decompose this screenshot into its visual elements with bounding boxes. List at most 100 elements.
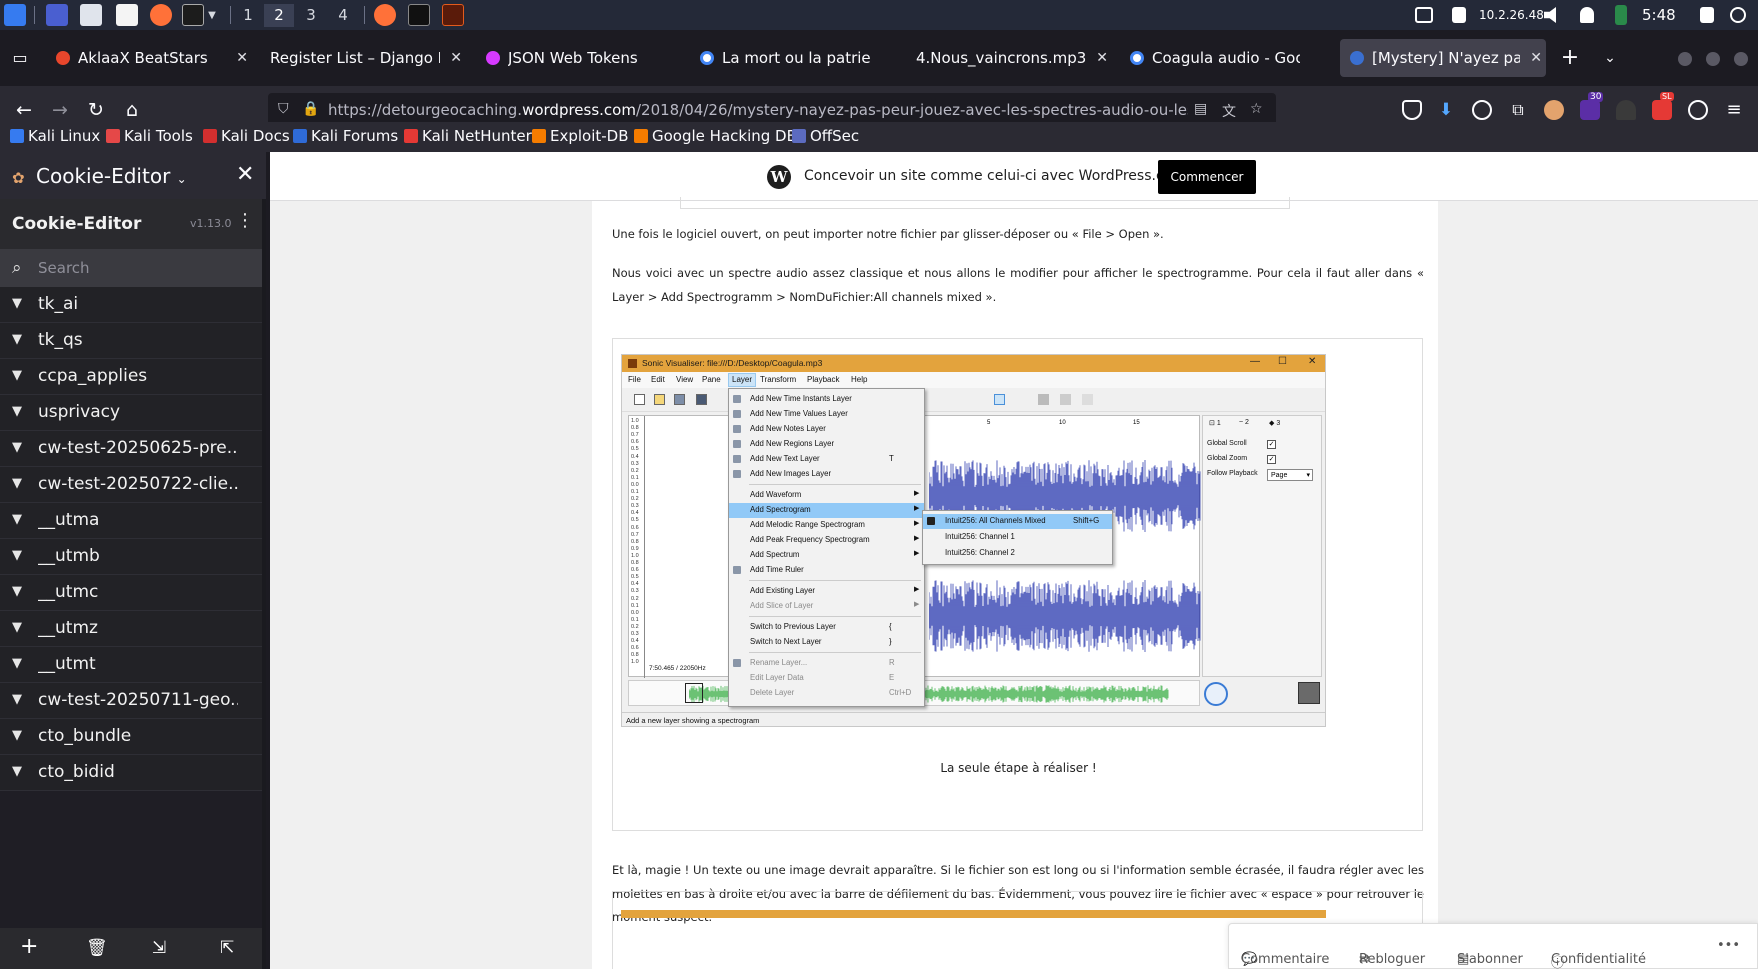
bookmark-ghdb[interactable]: Google Hacking DB [634,127,797,145]
tab-mp3[interactable]: 4.Nous_vaincrons.mp3 ✕ [916,39,1112,77]
tab-aklaax[interactable]: AklaaX BeatStars ✕ [56,39,252,77]
chevron-down-icon[interactable]: ▼ [12,440,22,455]
chevron-down-icon[interactable]: ▼ [12,764,22,779]
url-text[interactable]: https://detourgeocaching.wordpress.com/2… [328,101,1188,121]
hacker-ext-icon[interactable]: 30 [1580,92,1604,120]
bookmark-kali-docs[interactable]: Kali Docs [203,127,290,145]
more-actions-button[interactable]: ••• [1717,938,1740,953]
terminal-task-icon[interactable] [408,4,430,26]
sidebar-switcher[interactable]: Cookie-Editor ⌄ [36,164,187,188]
cookie-row[interactable]: ▼ tk_ai [0,287,262,323]
audio-app-task-icon[interactable] [442,4,464,26]
add-cookie-icon[interactable]: + [20,934,38,959]
more-options-icon[interactable]: ⋮ [236,210,254,231]
kali-menu-icon[interactable] [4,4,26,26]
chevron-down-icon[interactable]: ▼ [12,728,22,743]
workspace-3[interactable]: 3 [296,4,326,27]
close-tab-icon[interactable]: ✕ [1096,39,1108,77]
workspace-4[interactable]: 4 [328,4,358,27]
settings-gear-icon[interactable] [1688,100,1708,120]
notification-bell-icon[interactable] [1580,7,1594,23]
close-tab-icon[interactable]: ✕ [1530,39,1542,77]
chevron-down-icon[interactable]: ▼ [12,296,22,311]
bookmark-kali-tools[interactable]: Kali Tools [106,127,193,145]
cookie-editor-ext-icon[interactable] [1544,100,1564,120]
chevron-down-icon[interactable]: ▼ [12,692,22,707]
cookie-row[interactable]: ▼ __utmc [0,575,262,611]
bookmark-offsec[interactable]: OffSec [792,127,859,145]
chevron-down-icon[interactable]: ▼ [12,512,22,527]
wordpress-logo-icon[interactable]: W [767,165,791,189]
dropdown-chevron-icon[interactable]: ▼ [204,4,220,27]
power-icon[interactable] [1730,7,1746,23]
chevron-down-icon[interactable]: ▼ [12,476,22,491]
bookmark-exploit-db[interactable]: Exploit-DB [532,127,629,145]
cookie-row[interactable]: ▼ cto_bundle [0,719,262,755]
cookie-row[interactable]: ▼ __utmb [0,539,262,575]
start-button[interactable]: Commencer [1158,160,1256,194]
shield-icon[interactable]: ⛉ [278,101,294,119]
workspace-2[interactable]: 2 [264,4,294,27]
chevron-down-icon[interactable]: ▼ [12,584,22,599]
bookmark-star-icon[interactable]: ☆ [1250,101,1266,119]
hamburger-menu-icon[interactable]: ≡ [1724,100,1744,120]
chevron-down-icon[interactable]: ▼ [12,404,22,419]
tab-django[interactable]: Register List – Django REST ✕ [270,39,466,77]
chevron-down-icon[interactable]: ▼ [12,620,22,635]
close-sidebar-icon[interactable]: ✕ [236,162,254,187]
close-window-icon[interactable] [1734,52,1748,66]
volume-icon[interactable] [1544,7,1556,23]
reader-view-icon[interactable]: ▤ [1194,101,1210,119]
delete-all-icon[interactable]: 🗑 [86,938,108,958]
chevron-down-icon[interactable]: ▼ [12,368,22,383]
chevron-down-icon[interactable]: ▼ [12,332,22,347]
bookmark-kali-linux[interactable]: Kali Linux [10,127,100,145]
tab-la-mort[interactable]: La mort ou la patrie - Go [700,39,896,77]
minimize-window-icon[interactable] [1678,52,1692,66]
text-editor-icon[interactable] [116,4,138,26]
chevron-down-icon[interactable]: ▼ [12,656,22,671]
close-tab-icon[interactable]: ✕ [450,39,462,77]
firefox-icon[interactable] [150,4,172,26]
firefox-task-icon[interactable] [374,4,396,26]
cookie-row[interactable]: ▼ __utmt [0,647,262,683]
workspace-1[interactable]: 1 [233,4,263,27]
cookie-row[interactable]: ▼ cw-test-20250625-pre... [0,431,262,467]
cookie-row[interactable]: ▼ __utmz [0,611,262,647]
export-icon[interactable]: ⇱ [220,938,234,958]
banner-text[interactable]: Concevoir un site comme celui-ci avec Wo… [804,168,1186,184]
cookie-row[interactable]: ▼ cw-test-20250711-geo... [0,683,262,719]
lock-icon[interactable]: 🔒 [302,101,319,119]
pocket-icon[interactable] [1402,100,1422,120]
tab-coagula[interactable]: Coagula audio - Google [1130,39,1326,77]
firefox-view-icon[interactable]: ▭ [8,46,32,70]
terminal-icon[interactable] [182,4,204,26]
file-manager-icon[interactable] [80,4,102,26]
account-icon[interactable] [1472,100,1492,120]
cookie-row[interactable]: ▼ ccpa_applies [0,359,262,395]
sl-ext-icon[interactable]: SL [1652,92,1674,120]
back-arrow-icon[interactable]: ← [12,98,36,122]
chevron-down-icon[interactable]: ▼ [12,548,22,563]
search-input[interactable] [38,256,248,280]
close-tab-icon[interactable]: ✕ [236,39,248,77]
tab-mystery[interactable]: [Mystery] N'ayez pas pe ✕ [1340,39,1546,77]
cookie-row[interactable]: ▼ cto_bidid [0,755,262,791]
lock-screen-icon[interactable] [1700,7,1714,23]
translate-icon[interactable]: 文 [1222,101,1238,120]
downloads-icon[interactable]: ⬇ [1436,100,1456,120]
forward-arrow-icon[interactable]: → [48,98,72,122]
maximize-window-icon[interactable] [1706,52,1720,66]
home-icon[interactable]: ⌂ [120,98,144,122]
extensions-icon[interactable]: ⧉ [1508,100,1528,120]
new-tab-icon[interactable]: + [1558,46,1582,70]
cookie-row[interactable]: ▼ tk_qs [0,323,262,359]
bookmark-kali-forums[interactable]: Kali Forums [293,127,398,145]
hat-ext-icon[interactable] [1616,100,1636,120]
desktop-icon[interactable] [46,4,68,26]
cookie-row[interactable]: ▼ cw-test-20250722-clie... [0,467,262,503]
import-icon[interactable]: ⇲ [152,938,166,958]
list-all-tabs-icon[interactable]: ⌄ [1598,46,1622,70]
cookie-row[interactable]: ▼ usprivacy [0,395,262,431]
tab-jwt[interactable]: JSON Web Tokens - jwt [486,39,664,77]
